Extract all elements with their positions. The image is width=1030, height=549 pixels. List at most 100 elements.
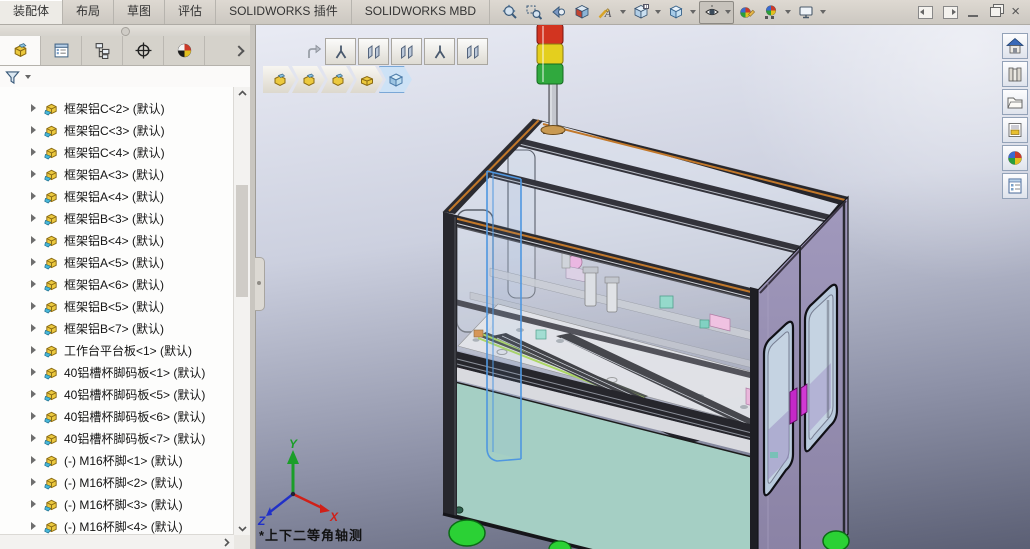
- tree-item[interactable]: 框架铝B<3> (默认): [0, 207, 234, 229]
- collapse-right-pane-button[interactable]: [943, 6, 958, 19]
- expand-arrow-icon[interactable]: [31, 434, 36, 442]
- view-palette-button[interactable]: [1002, 117, 1028, 143]
- tree-item[interactable]: (-) M16杯脚<1> (默认): [0, 449, 234, 471]
- tab-layout[interactable]: 布局: [63, 0, 114, 24]
- expand-arrow-icon[interactable]: [31, 236, 36, 244]
- expand-arrow-icon[interactable]: [31, 522, 36, 530]
- tree-item[interactable]: 40铝槽杯脚码板<7> (默认): [0, 427, 234, 449]
- expand-arrow-icon[interactable]: [31, 500, 36, 508]
- tree-item[interactable]: 40铝槽杯脚码板<6> (默认): [0, 405, 234, 427]
- tab-sketch[interactable]: 草图: [114, 0, 165, 24]
- tree-item[interactable]: 框架铝B<7> (默认): [0, 317, 234, 339]
- expand-arrow-icon[interactable]: [31, 324, 36, 332]
- tree-vertical-scrollbar[interactable]: [233, 87, 250, 535]
- home-button[interactable]: [1002, 33, 1028, 59]
- scroll-down-icon[interactable]: [238, 525, 247, 532]
- custom-properties-button[interactable]: [1002, 173, 1028, 199]
- annotation-views-caret[interactable]: [620, 10, 626, 14]
- tree-item[interactable]: 40铝槽杯脚码板<5> (默认): [0, 383, 234, 405]
- breadcrumb-component[interactable]: [321, 66, 355, 93]
- tree-item[interactable]: 40铝槽杯脚码板<1> (默认): [0, 361, 234, 383]
- expand-arrow-icon[interactable]: [31, 192, 36, 200]
- tree-item[interactable]: 工作台平台板<1> (默认): [0, 339, 234, 361]
- feature-manager-tab[interactable]: [0, 36, 41, 65]
- panel-grip[interactable]: [0, 24, 250, 36]
- expand-arrow-icon[interactable]: [31, 126, 36, 134]
- design-library-button[interactable]: [1002, 61, 1028, 87]
- view-orientation-caret[interactable]: [655, 10, 661, 14]
- expand-arrow-icon[interactable]: [31, 478, 36, 486]
- edit-appearance-icon[interactable]: [735, 2, 758, 22]
- tree-item[interactable]: 框架铝C<3> (默认): [0, 119, 234, 141]
- expand-arrow-icon[interactable]: [31, 368, 36, 376]
- display-manager-tab[interactable]: [164, 36, 205, 65]
- close-button[interactable]: ×: [1011, 5, 1020, 19]
- configuration-manager-tab[interactable]: [82, 36, 123, 65]
- expand-arrow-icon[interactable]: [31, 258, 36, 266]
- tree-item[interactable]: 框架铝B<4> (默认): [0, 229, 234, 251]
- apply-scene-caret[interactable]: [785, 10, 791, 14]
- restore-button[interactable]: [990, 7, 1001, 17]
- tree-item[interactable]: 框架铝C<2> (默认): [0, 97, 234, 119]
- panel-tabs-overflow-button[interactable]: [228, 36, 250, 65]
- display-style-icon[interactable]: [664, 2, 687, 22]
- breadcrumb-selected-face[interactable]: [379, 66, 413, 93]
- breadcrumb-part[interactable]: [350, 66, 384, 93]
- width-mate-button[interactable]: [391, 38, 422, 65]
- view-settings-caret[interactable]: [820, 10, 826, 14]
- tab-solidworks-mbd[interactable]: SOLIDWORKS MBD: [352, 0, 490, 24]
- expand-arrow-icon[interactable]: [31, 412, 36, 420]
- expand-arrow-icon[interactable]: [31, 170, 36, 178]
- section-view-icon[interactable]: [570, 2, 593, 22]
- tree-item[interactable]: 框架铝A<4> (默认): [0, 185, 234, 207]
- expand-arrow-icon[interactable]: [31, 104, 36, 112]
- annotation-views-icon[interactable]: A: [594, 2, 617, 22]
- expand-arrow-icon[interactable]: [31, 346, 36, 354]
- tree-item[interactable]: 框架铝B<5> (默认): [0, 295, 234, 317]
- hide-show-items-caret[interactable]: [725, 10, 731, 14]
- angle-mate-button[interactable]: [325, 38, 356, 65]
- 3d-model-view[interactable]: Y X Z: [255, 24, 1030, 549]
- tree-item[interactable]: 框架铝C<4> (默认): [0, 141, 234, 163]
- breadcrumb-component[interactable]: [292, 66, 326, 93]
- scroll-up-icon[interactable]: [238, 90, 247, 97]
- scrollbar-thumb[interactable]: [236, 185, 248, 297]
- tree-item[interactable]: 框架铝A<5> (默认): [0, 251, 234, 273]
- graphics-viewport[interactable]: Y X Z *上下二等角轴测: [255, 24, 1030, 549]
- expand-arrow-icon[interactable]: [31, 280, 36, 288]
- zoom-to-area-icon[interactable]: [522, 2, 545, 22]
- tree-item[interactable]: (-) M16杯脚<2> (默认): [0, 471, 234, 493]
- filter-funnel-icon[interactable]: [5, 70, 20, 85]
- expand-arrow-icon[interactable]: [31, 456, 36, 464]
- tree-horizontal-scrollbar[interactable]: [0, 534, 234, 549]
- file-explorer-button[interactable]: [1002, 89, 1028, 115]
- view-orientation-icon[interactable]: [629, 2, 652, 22]
- tree-item[interactable]: (-) M16杯脚<3> (默认): [0, 493, 234, 515]
- display-style-caret[interactable]: [690, 10, 696, 14]
- tree-item[interactable]: 框架铝A<6> (默认): [0, 273, 234, 295]
- filter-caret[interactable]: [25, 75, 31, 79]
- angle-mate-button[interactable]: [424, 38, 455, 65]
- scroll-right-icon[interactable]: [223, 538, 230, 547]
- tree-item[interactable]: 框架铝A<3> (默认): [0, 163, 234, 185]
- hide-show-items-icon[interactable]: [700, 2, 723, 22]
- collapse-left-pane-button[interactable]: [918, 6, 933, 19]
- width-mate-button[interactable]: [358, 38, 389, 65]
- tab-solidworks-addins[interactable]: SOLIDWORKS 插件: [216, 0, 352, 24]
- expand-arrow-icon[interactable]: [31, 148, 36, 156]
- appearances-scenes-button[interactable]: [1002, 145, 1028, 171]
- tab-assembly[interactable]: 装配体: [0, 0, 63, 24]
- expand-arrow-icon[interactable]: [31, 214, 36, 222]
- dimxpert-manager-tab[interactable]: [123, 36, 164, 65]
- panel-splitter-handle[interactable]: [255, 257, 265, 311]
- property-manager-tab[interactable]: [41, 36, 82, 65]
- breadcrumb-component[interactable]: [263, 66, 297, 93]
- view-settings-icon[interactable]: [794, 2, 817, 22]
- tree-item[interactable]: (-) M16杯脚<4> (默认): [0, 515, 234, 535]
- previous-view-icon[interactable]: [546, 2, 569, 22]
- width-mate-button[interactable]: [457, 38, 488, 65]
- tab-evaluate[interactable]: 评估: [165, 0, 216, 24]
- apply-scene-icon[interactable]: [759, 2, 782, 22]
- expand-arrow-icon[interactable]: [31, 390, 36, 398]
- minimize-button[interactable]: [968, 12, 978, 17]
